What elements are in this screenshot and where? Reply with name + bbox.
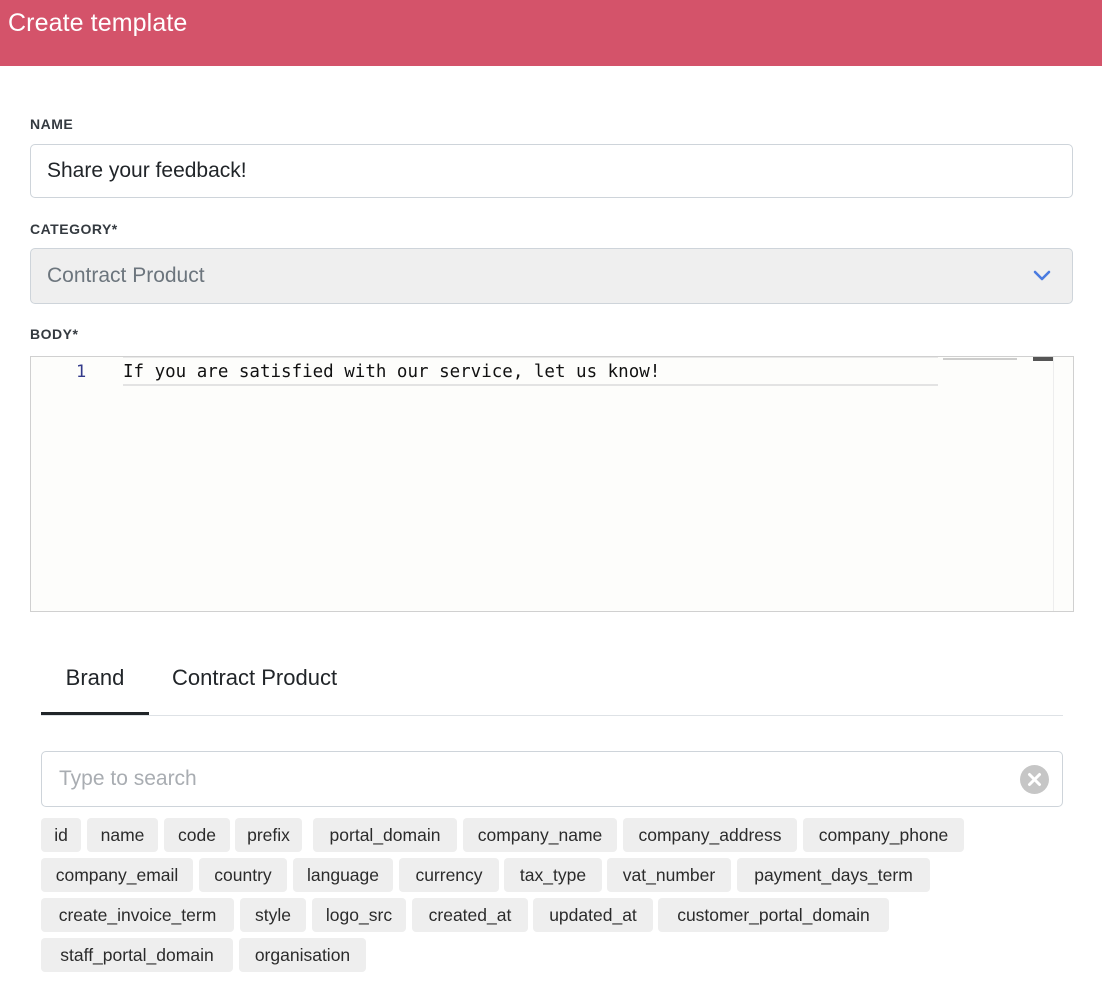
- name-input[interactable]: Share your feedback!: [30, 144, 1073, 198]
- name-label: NAME: [30, 116, 74, 132]
- variable-tag[interactable]: tax_type: [504, 858, 602, 892]
- variable-search: [41, 751, 1063, 807]
- page-header: Create template: [0, 0, 1102, 66]
- variable-tag[interactable]: name: [87, 818, 158, 852]
- variable-tag[interactable]: organisation: [239, 938, 366, 972]
- variable-tag[interactable]: prefix: [235, 818, 302, 852]
- category-label: CATEGORY*: [30, 221, 118, 237]
- body-code-editor[interactable]: 1 If you are satisfied with our service,…: [30, 356, 1074, 612]
- variable-tag[interactable]: style: [240, 898, 306, 932]
- tab-brand[interactable]: Brand: [41, 652, 149, 715]
- variable-tag[interactable]: company_address: [623, 818, 797, 852]
- editor-scrollbar[interactable]: [1053, 357, 1073, 611]
- variable-tag[interactable]: logo_src: [312, 898, 406, 932]
- clear-search-icon[interactable]: [1020, 765, 1049, 794]
- variable-tag[interactable]: id: [41, 818, 81, 852]
- variable-tag[interactable]: language: [293, 858, 393, 892]
- current-line-highlight: [123, 384, 938, 386]
- variable-tag[interactable]: company_email: [41, 858, 193, 892]
- page-title: Create template: [8, 9, 188, 37]
- editor-scroll-thumb[interactable]: [1033, 357, 1053, 361]
- search-input[interactable]: [42, 752, 1002, 806]
- variable-tag[interactable]: country: [199, 858, 287, 892]
- variable-tag[interactable]: customer_portal_domain: [658, 898, 889, 932]
- variable-tag[interactable]: currency: [399, 858, 499, 892]
- variable-tabs: Brand Contract Product: [41, 652, 1063, 716]
- variable-tag[interactable]: created_at: [412, 898, 528, 932]
- category-select[interactable]: Contract Product: [30, 248, 1073, 304]
- variable-tag[interactable]: company_phone: [803, 818, 964, 852]
- variable-tag[interactable]: company_name: [463, 818, 617, 852]
- chevron-down-icon: [1033, 270, 1051, 281]
- editor-minimap[interactable]: [943, 358, 1017, 360]
- variable-tag[interactable]: updated_at: [533, 898, 653, 932]
- tab-contract-product[interactable]: Contract Product: [172, 652, 372, 715]
- line-number: 1: [76, 362, 87, 382]
- editor-line-divider: [123, 357, 938, 358]
- variable-tag[interactable]: payment_days_term: [737, 858, 930, 892]
- variable-tag[interactable]: staff_portal_domain: [41, 938, 233, 972]
- editor-line[interactable]: If you are satisfied with our service, l…: [123, 362, 660, 382]
- variable-tag[interactable]: code: [164, 818, 230, 852]
- category-selected-value: Contract Product: [47, 264, 205, 287]
- variable-tag[interactable]: create_invoice_term: [41, 898, 234, 932]
- body-label: BODY*: [30, 326, 79, 342]
- variable-tag[interactable]: portal_domain: [313, 818, 457, 852]
- variable-tag[interactable]: vat_number: [607, 858, 731, 892]
